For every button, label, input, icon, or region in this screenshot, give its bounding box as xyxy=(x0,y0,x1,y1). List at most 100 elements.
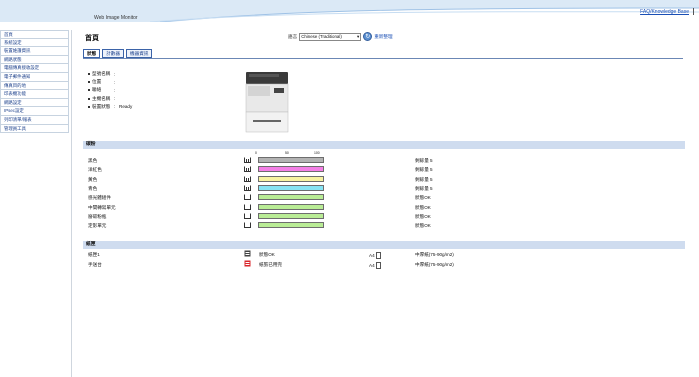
consumable-status: 狀態OK xyxy=(415,223,431,229)
refresh-icon[interactable]: ↻ xyxy=(363,32,373,41)
tab-bar: 狀態 計數器 機器資訊 xyxy=(83,49,153,58)
consumable-row: 中間轉寫單元 狀態OK xyxy=(83,203,685,212)
level-bar-fill xyxy=(259,176,323,181)
consumable-status: 狀態OK xyxy=(415,195,431,201)
info-row-device-status: 裝置狀態 : Ready xyxy=(88,103,132,111)
tray-name: 紙匣1 xyxy=(88,252,100,257)
unit-icon xyxy=(244,204,251,210)
consumable-name: 定影單元 xyxy=(88,223,107,229)
level-bar xyxy=(258,166,324,173)
level-bar xyxy=(258,212,324,219)
top-header: Web Image Monitor FAQ/Knowledge Base xyxy=(0,0,699,22)
language-select[interactable]: Chinese (Traditional) ▾ xyxy=(299,32,362,41)
sidebar: 首頁 系統設定 裝置維護資訊 網路狀態 電腦傳真接收設定 電子郵件通知 傳真目的… xyxy=(0,30,72,377)
paper-icon xyxy=(375,262,381,269)
sidebar-item-maintenance[interactable]: 裝置維護資訊 xyxy=(0,47,69,56)
toner-icon xyxy=(244,176,251,182)
language-bar: 語言 Chinese (Traditional) ▾ ↻ 重新整理 xyxy=(288,32,393,41)
bullet-icon xyxy=(88,89,90,92)
level-bar-fill xyxy=(259,223,323,228)
refresh-link[interactable]: 重新整理 xyxy=(374,34,392,40)
level-bar xyxy=(258,157,324,163)
level-bar xyxy=(258,175,324,182)
help-link[interactable]: FAQ/Knowledge Base xyxy=(640,9,689,15)
consumable-name: 黑色 xyxy=(88,158,98,163)
info-label: 聯絡 xyxy=(92,87,102,93)
consumable-row: 黃色 剩餘量 5 xyxy=(83,175,685,184)
level-bar xyxy=(258,203,324,210)
consumable-status: 剩餘量 5 xyxy=(415,185,433,191)
consumable-name: 黃色 xyxy=(88,176,98,182)
sidebar-item-print-reports[interactable]: 列印清單/報表 xyxy=(0,115,69,125)
sidebar-item-ipsec[interactable]: IPsec設定 xyxy=(0,107,69,116)
info-label: 主機名稱 xyxy=(92,95,111,101)
tray-row: 手送台 紙張已用完 A4 中厚紙(75-90g/m2) xyxy=(83,260,685,269)
chevron-down-icon: ▾ xyxy=(356,33,360,39)
sidebar-item-network-settings[interactable]: 網路設定 xyxy=(0,98,69,108)
level-bar-fill xyxy=(259,167,323,172)
bullet-icon xyxy=(88,97,90,100)
level-bar-fill xyxy=(259,204,323,209)
sidebar-item-admin-tools[interactable]: 管理員工具 xyxy=(0,124,69,134)
info-row-host-name: 主機名稱 : xyxy=(88,95,132,103)
trays-section-header: 紙匣 xyxy=(83,241,685,249)
scale-label-min: 0 xyxy=(255,151,257,155)
sidebar-item-network-status[interactable]: 網路狀態 xyxy=(0,55,69,65)
level-bar-fill xyxy=(259,185,323,190)
consumable-name: 青色 xyxy=(88,185,98,191)
tab-status[interactable]: 狀態 xyxy=(83,49,101,58)
consumable-status: 狀態OK xyxy=(415,204,431,210)
unit-icon xyxy=(244,194,251,201)
info-label: 裝置狀態 xyxy=(92,103,111,109)
consumable-row: 青色 剩餘量 5 xyxy=(83,184,685,193)
tray-status: 紙張已用完 xyxy=(259,262,282,267)
language-value: Chinese (Traditional) xyxy=(301,33,342,39)
level-bar xyxy=(258,194,324,201)
toner-icon xyxy=(244,157,251,163)
info-row-model: 型號名稱 : xyxy=(88,70,132,78)
info-label: 型號名稱 xyxy=(92,71,111,77)
sidebar-item-home[interactable]: 首頁 xyxy=(0,30,69,39)
info-colon: : xyxy=(114,79,116,85)
level-bar-fill xyxy=(259,195,323,200)
paper-tray-icon xyxy=(244,260,251,267)
bullet-icon xyxy=(88,81,90,84)
info-row-location: 位置 : xyxy=(88,78,132,86)
toner-icon xyxy=(244,185,251,191)
info-colon: : xyxy=(114,96,116,102)
info-value: Ready xyxy=(119,104,133,110)
sidebar-item-pc-fax[interactable]: 電腦傳真接收設定 xyxy=(0,64,69,73)
consumable-name: 廢碳粉瓶 xyxy=(88,213,107,219)
sidebar-item-printer[interactable]: 印表機功能 xyxy=(0,90,69,99)
scale-label-mid: 50 xyxy=(285,151,289,155)
sidebar-menu: 首頁 系統設定 裝置維護資訊 網路狀態 電腦傳真接收設定 電子郵件通知 傳真目的… xyxy=(0,30,69,134)
printer-image xyxy=(245,72,289,133)
paper-tray-icon xyxy=(244,250,251,257)
consumable-status: 狀態OK xyxy=(415,213,431,219)
consumable-name: 中間轉寫單元 xyxy=(88,204,116,210)
tray-paper-type: 中厚紙(75-90g/m2) xyxy=(415,262,454,267)
consumable-row: 洋紅色 剩餘量 5 xyxy=(83,165,685,174)
level-bar-fill xyxy=(259,158,323,162)
level-bar xyxy=(258,184,324,191)
sidebar-item-fax-destination[interactable]: 傳真目的地 xyxy=(0,81,69,91)
consumable-row: 定影單元 狀態OK xyxy=(83,221,685,230)
unit-icon xyxy=(244,213,251,219)
tray-paper-type: 中厚紙(75-90g/m2) xyxy=(415,252,454,257)
unit-icon xyxy=(244,222,251,229)
help-separator xyxy=(693,8,695,15)
sidebar-item-email-notify[interactable]: 電子郵件通知 xyxy=(0,72,69,82)
paper-icon xyxy=(375,252,381,259)
tray-paper-size-value: A4 xyxy=(369,263,375,268)
level-scale: 0 50 100 xyxy=(255,151,321,155)
sidebar-item-system-settings[interactable]: 系統設定 xyxy=(0,38,69,48)
info-row-contact: 聯絡 : xyxy=(88,86,132,94)
page-title: 首頁 xyxy=(85,35,99,42)
tray-paper-size: A4 xyxy=(369,262,381,269)
language-label: 語言 xyxy=(288,33,298,39)
info-label: 位置 xyxy=(92,79,102,85)
tab-machine-info[interactable]: 機器資訊 xyxy=(126,49,153,58)
consumable-row: 廢碳粉瓶 狀態OK xyxy=(83,212,685,221)
tab-counter[interactable]: 計數器 xyxy=(102,49,124,58)
level-bar-fill xyxy=(259,213,323,218)
